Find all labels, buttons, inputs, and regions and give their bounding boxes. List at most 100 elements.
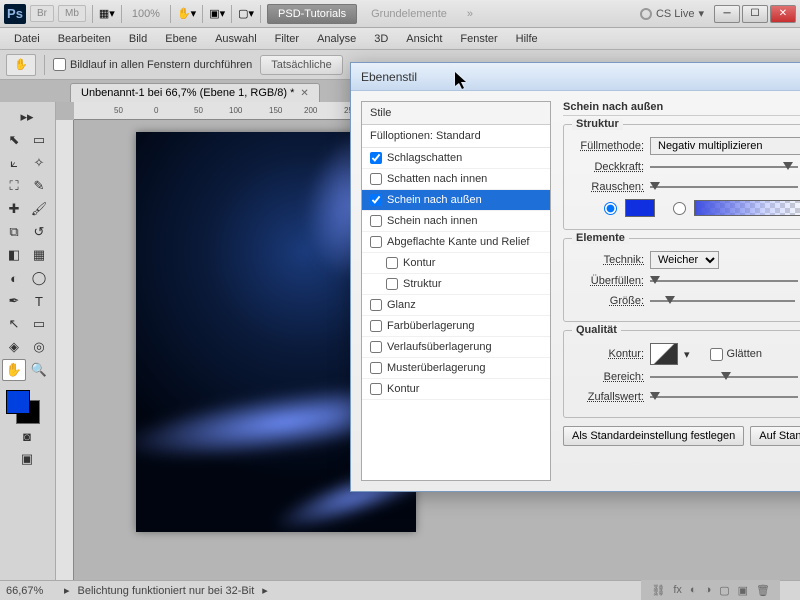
style-checkbox[interactable] [370, 383, 382, 395]
shape-tool[interactable]: ▭ [27, 313, 51, 335]
style-checkbox[interactable] [370, 299, 382, 311]
eyedropper-tool[interactable]: ✎ [27, 175, 51, 197]
screen-icon[interactable]: ▢▾ [238, 7, 254, 20]
tab-close-icon[interactable]: ✕ [300, 88, 308, 99]
style-item-8[interactable]: Farbüberlagerung [362, 316, 550, 337]
fillmode-select[interactable]: Negativ multiplizieren [650, 137, 800, 155]
menu-ansicht[interactable]: Ansicht [398, 31, 450, 47]
blur-tool[interactable]: ◐ [2, 267, 26, 289]
color-radio[interactable] [604, 202, 617, 215]
menu-bild[interactable]: Bild [121, 31, 155, 47]
kontur-thumbnail[interactable] [650, 343, 678, 365]
path-tool[interactable]: ↖ [2, 313, 26, 335]
hand-tool[interactable]: ✋ [2, 359, 26, 381]
quickmask-tool[interactable]: ◙ [2, 425, 52, 447]
style-checkbox[interactable] [370, 236, 382, 248]
workspace-psd-tutorials[interactable]: PSD-Tutorials [267, 4, 357, 24]
camera-tool[interactable]: ◎ [27, 336, 51, 358]
glatten-checkbox[interactable]: Glätten [710, 348, 762, 361]
minimize-button[interactable]: ─ [714, 5, 740, 23]
style-item-4[interactable]: Abgeflachte Kante und Relief [362, 232, 550, 253]
document-tab[interactable]: Unbenannt-1 bei 66,7% (Ebene 1, RGB/8) *… [70, 83, 320, 102]
stamp-tool[interactable]: ⧉ [2, 221, 26, 243]
technik-select[interactable]: Weicher [650, 251, 719, 269]
maximize-button[interactable]: ☐ [742, 5, 768, 23]
menu-ebene[interactable]: Ebene [157, 31, 205, 47]
pen-tool[interactable]: ✒ [2, 290, 26, 312]
chevron-right-icon[interactable]: » [461, 8, 479, 20]
style-item-10[interactable]: Musterüberlagerung [362, 358, 550, 379]
style-checkbox[interactable] [370, 194, 382, 206]
style-checkbox[interactable] [370, 320, 382, 332]
color-swatches[interactable] [2, 388, 52, 424]
adjust-icon[interactable]: ◑ [705, 584, 712, 596]
menu-hilfe[interactable]: Hilfe [508, 31, 546, 47]
zoom-tool[interactable]: 🔍 [27, 359, 51, 381]
reset-default-button[interactable]: Auf Standard [750, 426, 800, 446]
mb-button[interactable]: Mb [58, 5, 86, 22]
crop-tool[interactable]: ⛶ [2, 175, 26, 197]
dialog-title[interactable]: Ebenenstil [351, 63, 800, 91]
styles-header[interactable]: Stile [362, 102, 550, 125]
size-slider[interactable] [650, 294, 795, 308]
eraser-tool[interactable]: ◧ [2, 244, 26, 266]
close-button[interactable]: ✕ [770, 5, 796, 23]
brush-tool[interactable]: 🖌 [27, 198, 51, 220]
style-checkbox[interactable] [370, 173, 382, 185]
scroll-all-windows-checkbox[interactable]: Bildlauf in allen Fenstern durchführen [53, 58, 252, 71]
style-checkbox[interactable] [370, 215, 382, 227]
menu-analyse[interactable]: Analyse [309, 31, 364, 47]
style-checkbox[interactable] [370, 152, 382, 164]
mask-icon[interactable]: ◐ [690, 584, 697, 596]
menu-fenster[interactable]: Fenster [452, 31, 505, 47]
style-checkbox[interactable] [386, 257, 398, 269]
fill-options[interactable]: Fülloptionen: Standard [362, 125, 550, 148]
heal-tool[interactable]: ✚ [2, 198, 26, 220]
screenmode-tool[interactable]: ▣ [2, 448, 52, 470]
folder-icon[interactable]: ▢ [719, 584, 729, 597]
move-tool[interactable]: ⬉ [2, 129, 26, 151]
style-item-7[interactable]: Glanz [362, 295, 550, 316]
jitter-slider[interactable] [650, 390, 798, 404]
panel-dock-icons[interactable]: ⛓ fx ◐ ◑ ▢ ▣ 🗑 [641, 580, 780, 600]
style-item-3[interactable]: Schein nach innen [362, 211, 550, 232]
style-item-0[interactable]: Schlagschatten [362, 148, 550, 169]
dodge-tool[interactable]: ◯ [27, 267, 51, 289]
style-checkbox[interactable] [370, 362, 382, 374]
menu-3d[interactable]: 3D [366, 31, 396, 47]
style-checkbox[interactable] [370, 341, 382, 353]
foreground-color[interactable] [6, 390, 30, 414]
range-slider[interactable] [650, 370, 798, 384]
noise-slider[interactable] [650, 180, 798, 194]
menu-filter[interactable]: Filter [267, 31, 307, 47]
cs-live[interactable]: CS Live▾ [640, 7, 704, 20]
workspace-grundelemente[interactable]: Grundelemente [361, 5, 457, 23]
type-tool[interactable]: T [27, 290, 51, 312]
new-icon[interactable]: ▣ [738, 584, 748, 597]
lasso-tool[interactable]: ⟀ [2, 152, 26, 174]
style-item-9[interactable]: Verlaufsüberlagerung [362, 337, 550, 358]
arrange-icon[interactable]: ▣▾ [209, 7, 225, 20]
style-checkbox[interactable] [386, 278, 398, 290]
trash-icon[interactable]: 🗑 [756, 584, 770, 597]
tools-collapse-icon[interactable]: ▸▸ [2, 106, 52, 128]
gradient-tool[interactable]: ▦ [27, 244, 51, 266]
actual-pixels-button[interactable]: Tatsächliche [260, 55, 343, 75]
wand-tool[interactable]: ✧ [27, 152, 51, 174]
history-tool[interactable]: ↺ [27, 221, 51, 243]
style-item-5[interactable]: Kontur [362, 253, 550, 274]
style-item-1[interactable]: Schatten nach innen [362, 169, 550, 190]
hand-icon[interactable]: ✋▾ [177, 7, 196, 20]
menu-bearbeiten[interactable]: Bearbeiten [50, 31, 119, 47]
make-default-button[interactable]: Als Standardeinstellung festlegen [563, 426, 744, 446]
menu-datei[interactable]: Datei [6, 31, 48, 47]
opacity-slider[interactable] [650, 160, 798, 174]
fx-icon[interactable]: fx [673, 584, 682, 596]
style-item-2[interactable]: Schein nach außen [362, 190, 550, 211]
spread-slider[interactable] [650, 274, 798, 288]
status-zoom[interactable]: 66,67% [6, 585, 56, 597]
style-item-6[interactable]: Struktur [362, 274, 550, 295]
3d-tool[interactable]: ◈ [2, 336, 26, 358]
glow-color-chip[interactable] [625, 199, 655, 217]
link-icon[interactable]: ⛓ [651, 584, 665, 597]
